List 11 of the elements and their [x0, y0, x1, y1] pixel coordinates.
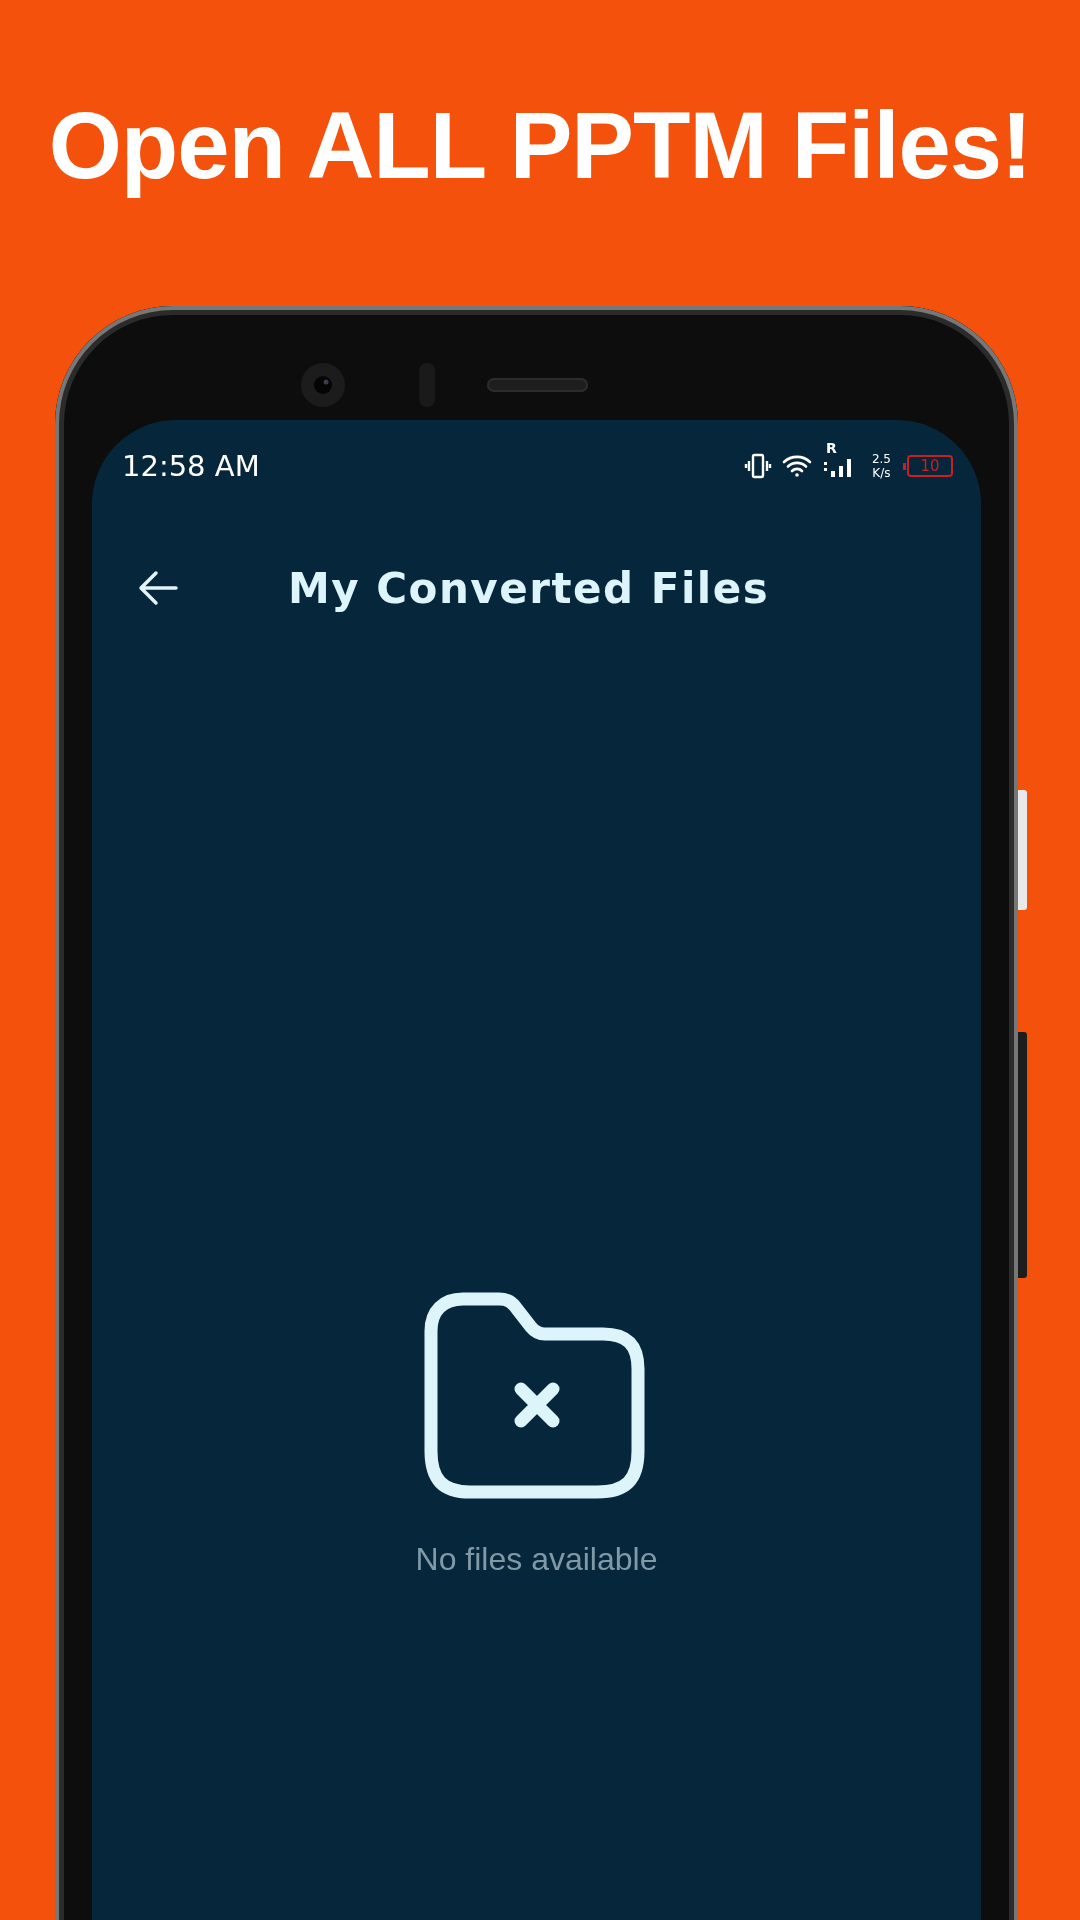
wifi-icon	[781, 453, 812, 479]
speed-unit: K/s	[872, 466, 891, 480]
vibrate-icon	[743, 452, 772, 480]
headline: Open ALL PPTM Files!	[48, 92, 1032, 200]
back-button[interactable]	[136, 568, 180, 608]
speed-value: 2.5	[871, 452, 891, 466]
camera-icon	[300, 362, 346, 408]
network-type-label: R	[825, 440, 837, 456]
empty-message: No files available	[415, 1541, 658, 1578]
status-time: 12:58 AM	[122, 449, 260, 483]
screen-title: My Converted Files	[288, 563, 770, 613]
